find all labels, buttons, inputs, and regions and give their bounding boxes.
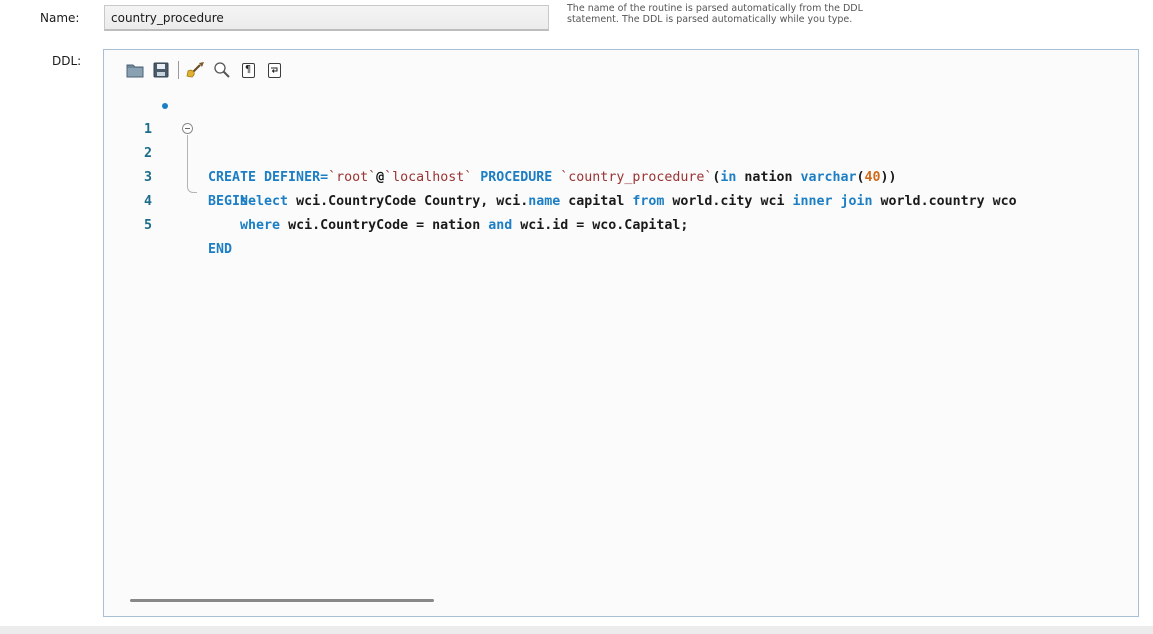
statement-marker-icon xyxy=(162,103,168,109)
beautify-icon xyxy=(186,62,204,78)
editor-toolbar: ¶ xyxy=(124,58,289,82)
routine-name-input[interactable] xyxy=(104,5,549,31)
beautify-button[interactable] xyxy=(185,59,207,81)
code-line: 3 select wci.CountryCode Country, wci.na… xyxy=(104,142,1138,209)
line-text: where wci.CountryCode = nation and wci.i… xyxy=(208,214,688,238)
horizontal-scrollbar[interactable] xyxy=(130,599,434,602)
code-token: wci.id = wco.Capital; xyxy=(512,218,689,233)
find-button[interactable] xyxy=(211,59,233,81)
save-icon xyxy=(153,62,169,78)
word-wrap-icon xyxy=(267,62,281,78)
code-token: and xyxy=(488,218,513,233)
code-line: 2 BEGIN xyxy=(104,118,1138,209)
name-hint: The name of the routine is parsed automa… xyxy=(567,3,987,25)
ddl-label: DDL: xyxy=(52,54,82,68)
bottom-panel-edge xyxy=(0,626,1153,634)
code-token: wci.CountryCode = nation xyxy=(280,218,489,233)
show-whitespace-icon: ¶ xyxy=(241,62,255,78)
code-token: where xyxy=(240,218,281,233)
find-icon xyxy=(214,62,230,78)
open-file-button[interactable] xyxy=(124,59,146,81)
code-line: 4 where wci.CountryCode = nation and wci… xyxy=(104,166,1138,233)
toolbar-separator xyxy=(178,61,179,79)
hint-line-2: statement. The DDL is parsed automatical… xyxy=(567,14,853,25)
hint-line-1: The name of the routine is parsed automa… xyxy=(567,3,863,14)
name-label: Name: xyxy=(40,11,80,25)
line-number: 5 xyxy=(143,218,152,233)
code-line: 5 END xyxy=(104,190,1138,257)
code-token: END xyxy=(208,242,233,257)
fold-collapse-icon[interactable] xyxy=(182,123,193,134)
save-button[interactable] xyxy=(150,59,172,81)
open-file-icon xyxy=(126,64,144,78)
code-area[interactable]: 1 CREATE DEFINER=`root`@`localhost` PROC… xyxy=(104,94,1138,596)
show-whitespace-button[interactable]: ¶ xyxy=(237,59,259,81)
line-text: END xyxy=(208,238,232,262)
code-line: 1 CREATE DEFINER=`root`@`localhost` PROC… xyxy=(104,94,1138,185)
word-wrap-button[interactable] xyxy=(263,59,285,81)
ddl-editor[interactable]: ¶ 1 CREATE DEFINER=`root`@`localhost` PR… xyxy=(103,49,1139,617)
